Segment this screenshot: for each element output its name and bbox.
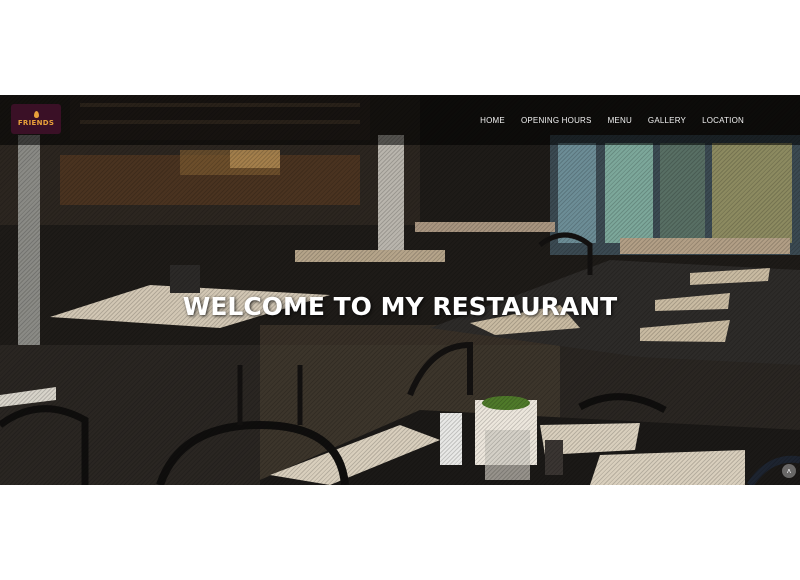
nav-item-home[interactable]: HOME <box>480 116 505 125</box>
nav-item-location[interactable]: LOCATION <box>702 116 744 125</box>
nav-item-gallery[interactable]: GALLERY <box>648 116 686 125</box>
chevron-up-icon: ˄ <box>786 466 792 476</box>
brand-logo[interactable]: FRIENDS <box>11 104 61 134</box>
top-navbar: FRIENDS HOME OPENING HOURS MENU GALLERY … <box>0 95 800 145</box>
nav-item-opening-hours[interactable]: OPENING HOURS <box>521 116 592 125</box>
nav-menu: HOME OPENING HOURS MENU GALLERY LOCATION <box>480 95 744 145</box>
hero-section: FRIENDS HOME OPENING HOURS MENU GALLERY … <box>0 95 800 485</box>
scroll-top-button[interactable]: ˄ <box>782 464 796 478</box>
hero-title: WELCOME TO MY RESTAURANT <box>182 292 618 321</box>
restaurant-background-image <box>0 95 800 485</box>
flame-icon <box>33 111 39 118</box>
nav-item-menu[interactable]: MENU <box>608 116 632 125</box>
brand-name: FRIENDS <box>17 119 55 127</box>
